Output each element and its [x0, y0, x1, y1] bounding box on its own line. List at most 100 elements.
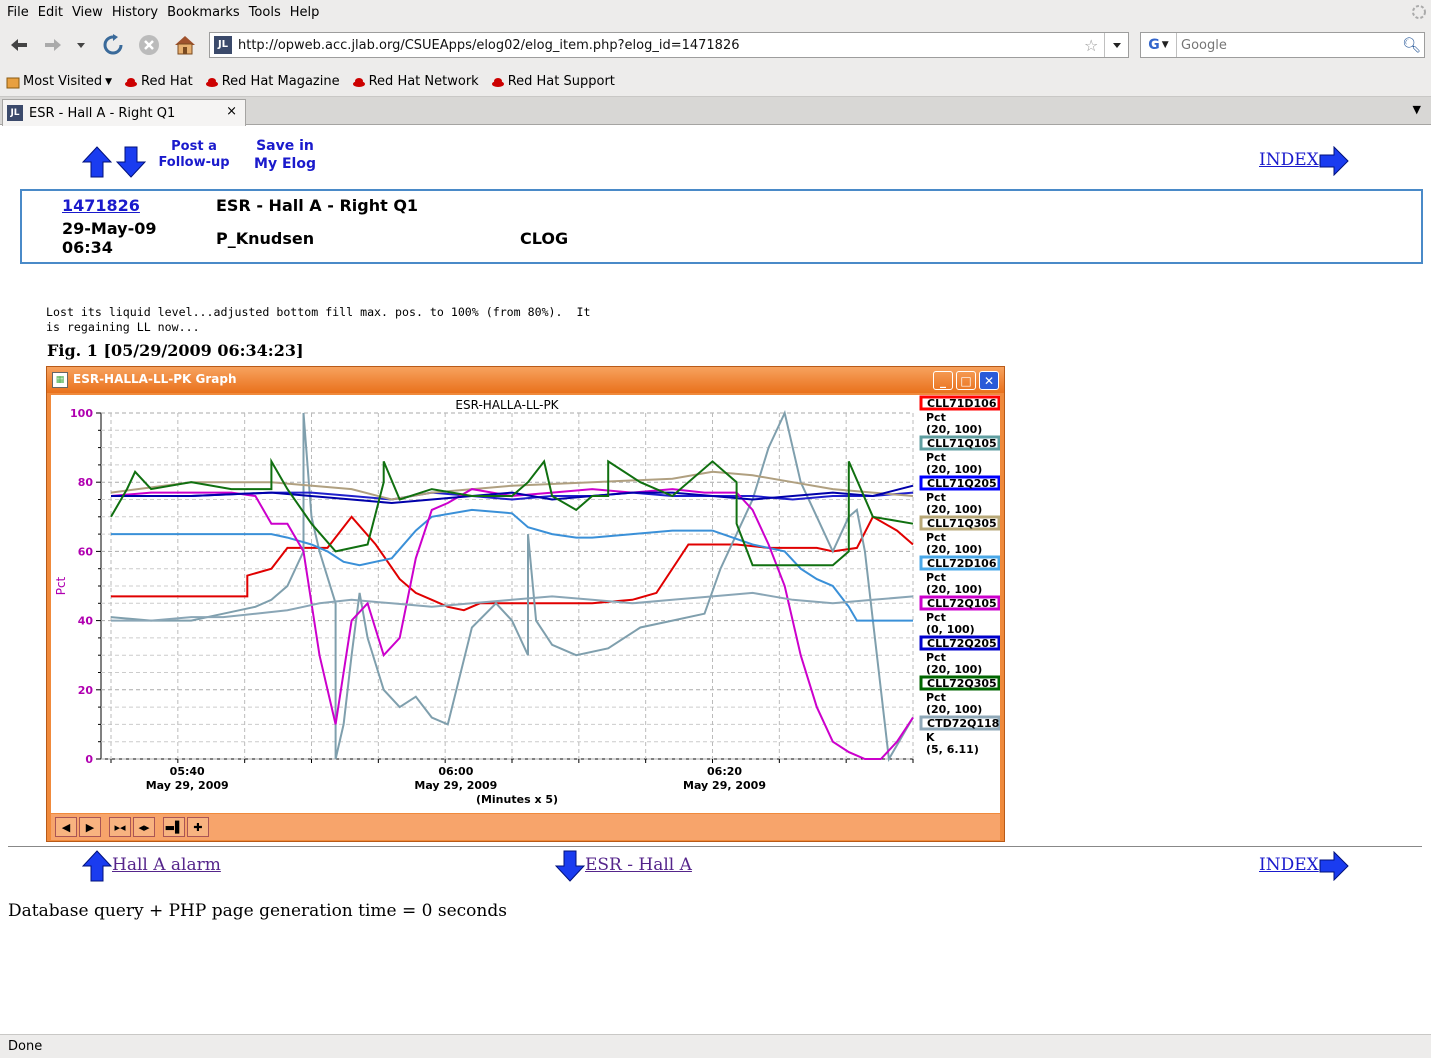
legend-name: CLL71D106 [927, 397, 997, 410]
page-generation-time: Database query + PHP page generation tim… [8, 901, 507, 921]
entry-time: 06:34 [62, 238, 113, 257]
menu-bookmarks[interactable]: Bookmarks [164, 5, 246, 20]
graph-app-icon: ▦ [52, 372, 68, 388]
url-text[interactable]: http://opweb.acc.jlab.org/CSUEApps/elog0… [238, 38, 1084, 53]
graph-window-titlebar[interactable]: ▦ ESR-HALLA-LL-PK Graph _ □ ✕ [47, 367, 1004, 393]
pan-left-button[interactable]: ◀ [55, 817, 77, 837]
index-arrow-right-icon[interactable] [1319, 851, 1349, 881]
pan-right-button[interactable]: ▶ [79, 817, 101, 837]
red-hat-icon [491, 77, 504, 87]
legend-name: CLL71Q205 [927, 477, 997, 490]
tab-list-dropdown-icon[interactable]: ▼ [1413, 103, 1421, 116]
zoom-in-time-button[interactable]: ▸◂ [109, 817, 131, 837]
reload-icon [103, 34, 123, 55]
legend-range: (20, 100) [926, 543, 982, 556]
search-bar[interactable]: G▼ 🔍︎ [1140, 32, 1425, 58]
site-favicon-icon: JL [214, 36, 232, 54]
menu-file[interactable]: File [4, 5, 35, 20]
menu-help[interactable]: Help [287, 5, 326, 20]
legend-name: CTD72Q118 [927, 717, 999, 730]
legend-range: (5, 6.11) [926, 743, 979, 756]
add-trace-button[interactable]: ✚ [187, 817, 209, 837]
bookmark-star-icon[interactable]: ☆ [1084, 36, 1104, 55]
legend-name: CLL71Q305 [927, 517, 997, 530]
minimize-icon: _ [940, 373, 946, 388]
index-arrow-right-icon[interactable] [1319, 146, 1349, 176]
menubar: File Edit View History Bookmarks Tools H… [0, 0, 1431, 25]
line-chart: ESR-HALLA-LL-PK020406080100Pct05:40May 2… [54, 395, 1001, 806]
index-link-bottom[interactable]: INDEX [1259, 855, 1319, 875]
entry-title: ESR - Hall A - Right Q1 [216, 196, 419, 215]
search-input[interactable] [1177, 37, 1402, 53]
compress-icon: ▸◂ [114, 820, 126, 834]
google-icon: G [1148, 37, 1160, 53]
search-engine-selector[interactable]: G ▼ [1141, 33, 1177, 57]
y-tick-label: 80 [78, 476, 94, 489]
y-tick-label: 20 [78, 684, 94, 697]
legend-range: (20, 100) [926, 583, 982, 596]
menu-view[interactable]: View [69, 5, 109, 20]
throbber-icon [1412, 5, 1426, 19]
entry-id-link[interactable]: 1471826 [62, 196, 140, 215]
next-entry-link[interactable]: ESR - Hall A [585, 855, 692, 875]
back-button[interactable] [6, 33, 32, 57]
divider [8, 846, 1422, 847]
next-entry-arrow-down-icon[interactable] [555, 850, 585, 882]
next-entry-arrow-down-icon[interactable] [116, 146, 146, 178]
x-tick-label-time: 06:00 [438, 765, 473, 778]
minimize-button[interactable]: _ [933, 371, 953, 390]
reload-button[interactable] [100, 33, 126, 57]
stop-button[interactable] [136, 33, 162, 57]
close-tab-icon[interactable]: × [226, 104, 237, 119]
tab-active[interactable]: JL ESR - Hall A - Right Q1 × [2, 99, 246, 126]
forward-button[interactable] [40, 33, 66, 57]
navigation-toolbar: JL http://opweb.acc.jlab.org/CSUEApps/el… [0, 25, 1431, 67]
history-dropdown-button[interactable] [70, 33, 92, 57]
bookmark-red-hat[interactable]: Red Hat [124, 74, 193, 89]
previous-entry-arrow-up-icon[interactable] [82, 850, 112, 882]
url-history-dropdown[interactable] [1104, 33, 1128, 57]
y-tick-label: 100 [70, 407, 93, 420]
home-icon [175, 36, 195, 55]
menu-tools[interactable]: Tools [246, 5, 287, 20]
arrow-right-icon: ▶ [85, 820, 95, 834]
y-tick-label: 0 [85, 753, 93, 766]
menu-edit[interactable]: Edit [35, 5, 69, 20]
previous-entry-arrow-up-icon[interactable] [82, 146, 112, 178]
url-bar[interactable]: JL http://opweb.acc.jlab.org/CSUEApps/el… [209, 32, 1129, 58]
legend-name: CLL72Q305 [927, 677, 997, 690]
y-axis-label: Pct [54, 576, 68, 595]
search-icon[interactable]: 🔍︎ [1402, 36, 1424, 54]
bookmark-red-hat-magazine[interactable]: Red Hat Magazine [205, 74, 340, 89]
index-link-top[interactable]: INDEX [1259, 150, 1319, 170]
close-icon: ✕ [983, 373, 995, 388]
legend-range: (20, 100) [926, 503, 982, 516]
post-followup-link[interactable]: Post a Follow-up [158, 139, 230, 171]
browser-window: File Edit View History Bookmarks Tools H… [0, 0, 1431, 1058]
chart-area: ESR-HALLA-LL-PK 0 20 40 60 80 100 Pct 05:40 May 2… [51, 395, 1001, 813]
graph-window-title: ESR-HALLA-LL-PK Graph [73, 372, 237, 386]
bookmark-label: Red Hat Support [507, 74, 615, 89]
zoom-out-time-button[interactable]: ◂▸ [133, 817, 155, 837]
save-in-my-elog-link[interactable]: Save in My Elog [250, 137, 320, 173]
red-hat-icon [205, 77, 218, 87]
close-button[interactable]: ✕ [979, 371, 999, 390]
entry-author: P_Knudsen [216, 229, 315, 248]
bookmark-most-visited[interactable]: Most Visited ▼ [6, 74, 112, 89]
bookmark-label: Red Hat Magazine [221, 74, 340, 89]
maximize-icon: □ [960, 373, 972, 388]
bookmark-red-hat-support[interactable]: Red Hat Support [491, 74, 615, 89]
previous-entry-link[interactable]: Hall A alarm [112, 855, 221, 875]
dropdown-arrow-icon: ▼ [105, 76, 113, 87]
maximize-button[interactable]: □ [956, 371, 976, 390]
x-tick-label-date: May 29, 2009 [683, 779, 766, 792]
legend-range: (20, 100) [926, 463, 982, 476]
graph-window: ▦ ESR-HALLA-LL-PK Graph _ □ ✕ ESR-HALLA-… [46, 366, 1005, 842]
y-tick-label: 40 [78, 615, 94, 628]
expand-icon: ◂▸ [138, 820, 150, 834]
home-button[interactable] [172, 33, 198, 57]
bookmark-red-hat-network[interactable]: Red Hat Network [352, 74, 479, 89]
x-tick-label-time: 06:20 [707, 765, 742, 778]
jump-to-end-button[interactable]: ▬▌ [163, 817, 185, 837]
menu-history[interactable]: History [109, 5, 164, 20]
